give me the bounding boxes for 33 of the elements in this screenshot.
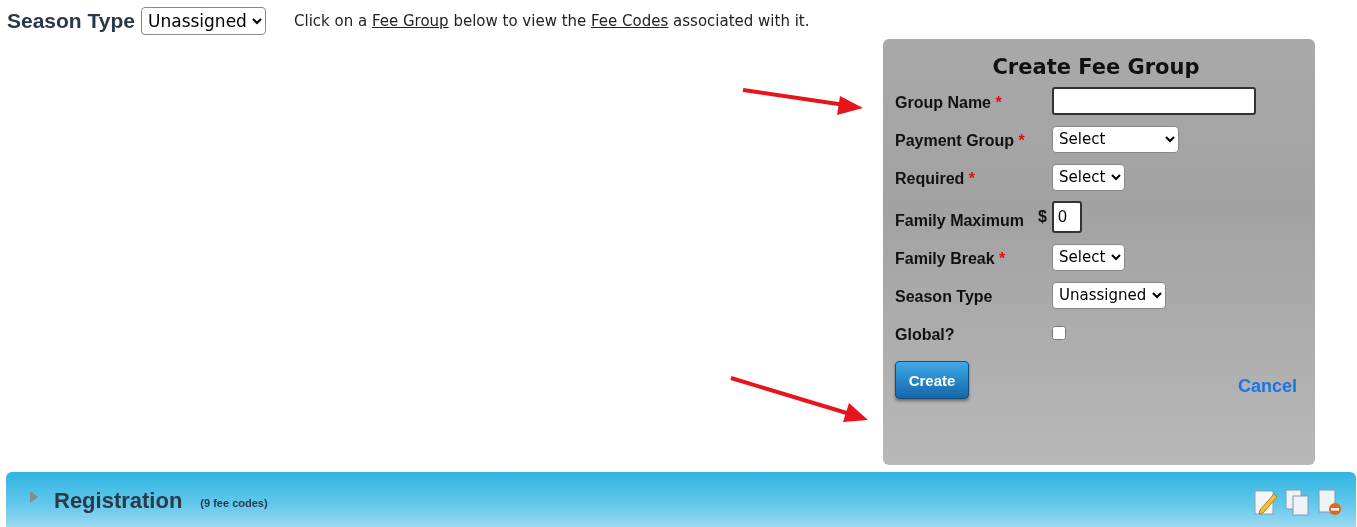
fee-group-link[interactable]: Fee Group (371, 12, 449, 30)
field-label: Global? (895, 325, 956, 345)
fee-group-name: Registration (54, 488, 183, 514)
dollar-sign: $ (1038, 208, 1047, 226)
global-checkbox[interactable] (1052, 326, 1066, 340)
required-asterisk: * (1018, 132, 1025, 149)
required-asterisk: * (999, 250, 1006, 267)
dropdown-select[interactable]: Select (1052, 125, 1179, 153)
edit-icon[interactable] (1252, 488, 1278, 516)
field-label: Payment Group * (895, 131, 1026, 151)
field-label: Season Type (895, 287, 994, 307)
delete-document-icon[interactable] (1316, 488, 1342, 516)
required-asterisk: * (968, 170, 976, 187)
dropdown-select[interactable]: Select (1052, 243, 1125, 271)
create-button[interactable]: Create (895, 361, 969, 399)
fee-code-count: (9 fee codes) (200, 497, 268, 509)
field-label: Family Break * (895, 249, 1007, 269)
instruction-text: Click on a Fee Group below to view the Fee Codes associated with it. (294, 12, 810, 30)
field-label: Required * (895, 169, 977, 189)
expand-caret-icon[interactable] (30, 491, 38, 503)
amount-input[interactable]: 0 (1052, 201, 1082, 233)
copy-icon[interactable] (1284, 488, 1310, 516)
field-label: Family Maximum (895, 211, 1025, 231)
fee-group-bar[interactable]: Registration (9 fee codes) (6, 472, 1356, 527)
season-type-label: Season Type (7, 9, 135, 33)
fee-codes-link[interactable]: Fee Codes (591, 12, 669, 30)
dropdown-select[interactable]: Unassigned (1052, 281, 1166, 309)
dropdown-select[interactable]: Select (1052, 163, 1125, 191)
dialog-title: Create Fee Group (991, 55, 1201, 79)
group-name-input[interactable] (1052, 87, 1256, 115)
field-label: Group Name * (895, 93, 1003, 113)
required-asterisk: * (995, 94, 1002, 111)
season-type-select[interactable]: Unassigned (141, 7, 266, 35)
